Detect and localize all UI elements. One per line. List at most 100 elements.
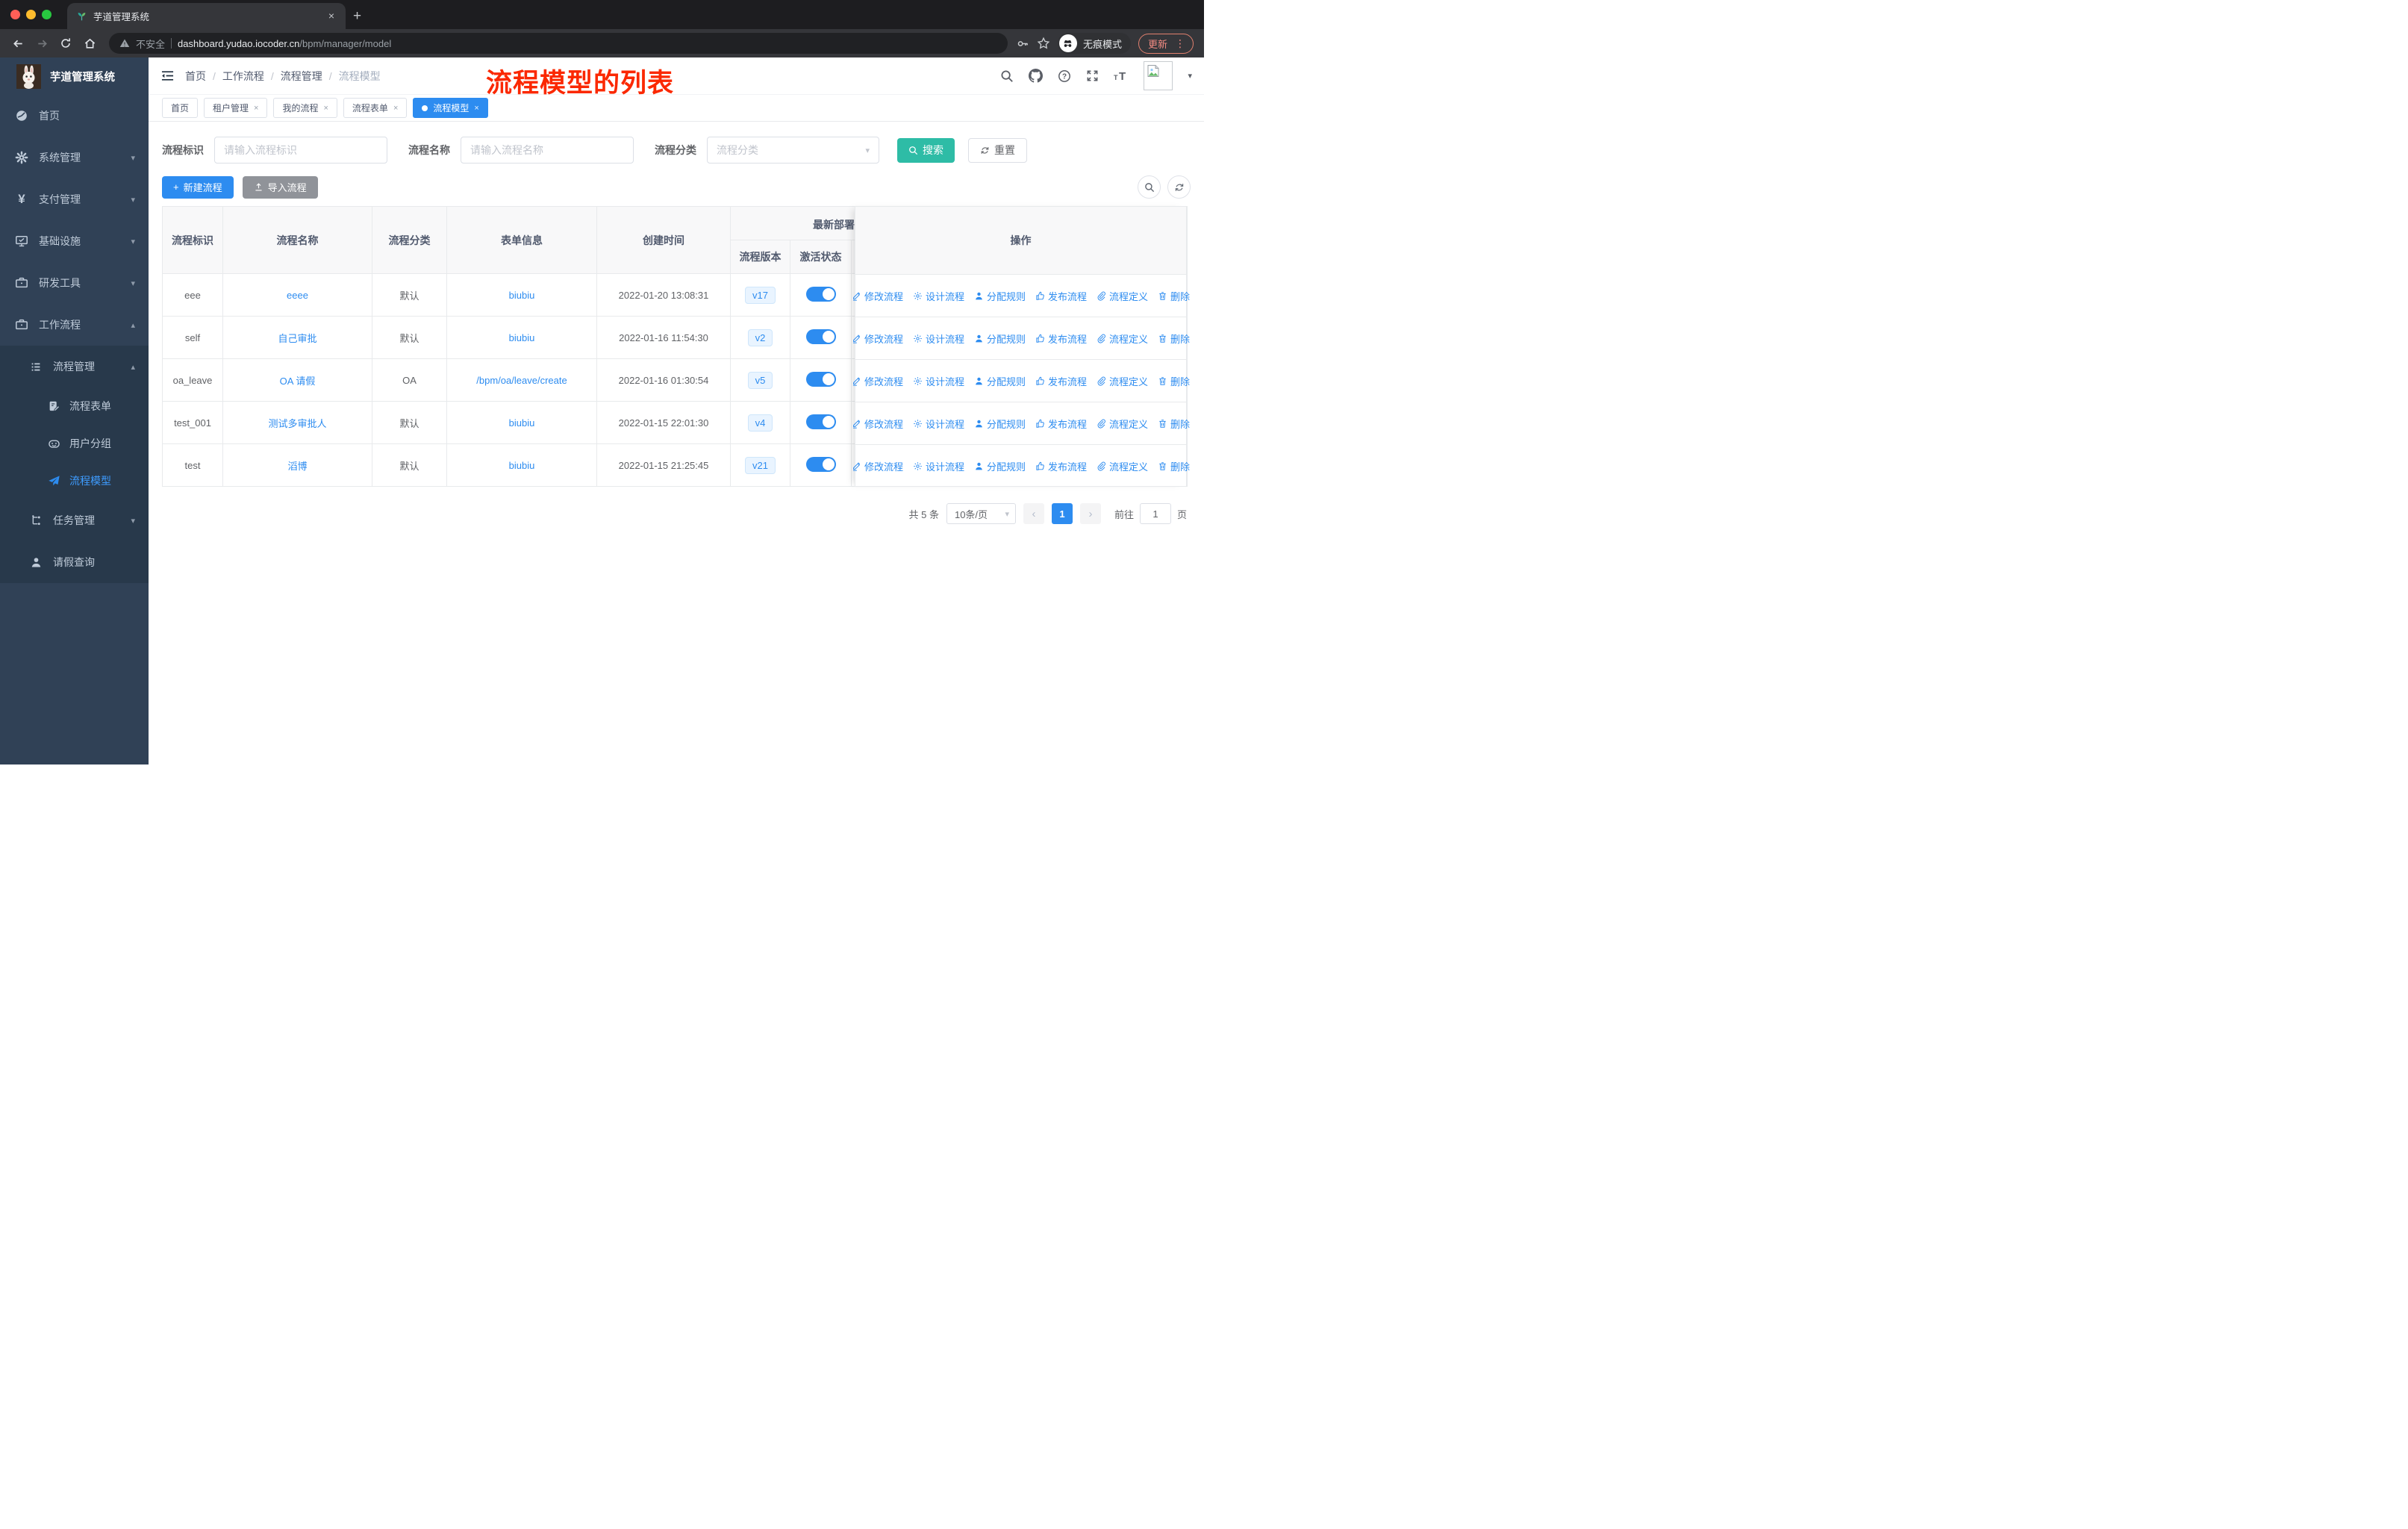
form-info-link[interactable]: biubiu [509,332,535,343]
tag-close-icon[interactable]: × [393,104,398,113]
active-toggle[interactable] [805,371,836,387]
active-toggle[interactable] [805,414,836,429]
publish-process-link[interactable]: 发布流程 [1035,331,1087,346]
minimize-window-button[interactable] [26,10,36,19]
help-icon[interactable] [1058,69,1071,83]
maximize-window-button[interactable] [42,10,52,19]
active-toggle[interactable] [805,328,836,344]
process-name-link[interactable]: 自己审批 [278,333,316,344]
sidebar-item-user-group[interactable]: 用户分组 [0,425,149,462]
sidebar-item-task-mgmt[interactable]: 任务管理 ▾ [0,499,149,541]
sidebar-item-pay[interactable]: ¥ 支付管理 ▾ [0,178,149,220]
create-process-button[interactable]: + 新建流程 [162,175,234,199]
import-process-button[interactable]: 导入流程 [242,175,318,199]
process-category-select[interactable]: 流程分类 ▾ [707,137,879,164]
publish-process-link[interactable]: 发布流程 [1035,417,1087,431]
reload-button[interactable] [55,33,76,54]
security-label[interactable]: 不安全 [136,37,165,51]
search-icon[interactable] [1000,69,1014,83]
refresh-button[interactable] [1167,175,1191,199]
modify-process-link[interactable]: 修改流程 [852,459,903,473]
password-key-icon[interactable] [1017,37,1029,50]
version-badge[interactable]: v4 [747,414,773,432]
breadcrumb-workflow[interactable]: 工作流程 [222,69,264,84]
publish-process-link[interactable]: 发布流程 [1035,374,1087,388]
reset-button[interactable]: 重置 [968,137,1027,163]
modify-process-link[interactable]: 修改流程 [852,331,903,346]
sidebar-item-home[interactable]: 首页 [0,95,149,137]
sidebar-item-infra[interactable]: 基础设施 ▾ [0,220,149,262]
process-name-link[interactable]: eeee [287,290,308,301]
form-info-link[interactable]: biubiu [509,417,535,429]
tag-process-model[interactable]: 流程模型 × [413,98,488,118]
url-text[interactable]: dashboard.yudao.iocoder.cn/bpm/manager/m… [178,38,391,49]
process-name-input[interactable] [461,137,634,164]
home-button[interactable] [79,33,100,54]
process-name-link[interactable]: 滔博 [287,461,307,472]
delete-link[interactable]: 删除 [1158,331,1190,346]
next-page-button[interactable]: › [1079,503,1101,524]
breadcrumb-home[interactable]: 首页 [185,69,206,84]
back-button[interactable] [7,33,28,54]
update-chip[interactable]: 更新 ⋮ [1138,33,1194,54]
assign-rule-link[interactable]: 分配规则 [974,331,1026,346]
update-label[interactable]: 更新 [1148,37,1167,51]
tag-my-process[interactable]: 我的流程 × [273,98,337,118]
version-badge[interactable]: v2 [747,328,773,346]
active-toggle[interactable] [805,456,836,472]
process-definition-link[interactable]: 流程定义 [1097,374,1148,388]
design-process-link[interactable]: 设计流程 [913,459,964,473]
process-name-link[interactable]: OA 请假 [280,376,316,387]
version-badge[interactable]: v5 [747,371,773,389]
version-badge[interactable]: v21 [745,456,776,474]
bookmark-star-icon[interactable] [1037,37,1050,50]
sidebar-item-process-mgmt[interactable]: 流程管理 ▴ [0,346,149,387]
new-tab-button[interactable]: + [353,8,361,25]
delete-link[interactable]: 删除 [1158,417,1190,431]
design-process-link[interactable]: 设计流程 [913,331,964,346]
tag-home[interactable]: 首页 [162,98,199,118]
goto-page-input[interactable] [1139,503,1171,524]
fullscreen-icon[interactable] [1086,69,1099,82]
active-toggle[interactable] [805,286,836,302]
assign-rule-link[interactable]: 分配规则 [974,289,1026,303]
delete-link[interactable]: 删除 [1158,289,1190,303]
sidebar-item-process-form[interactable]: 流程表单 [0,387,149,425]
font-size-icon[interactable] [1114,69,1129,83]
process-definition-link[interactable]: 流程定义 [1097,289,1148,303]
close-window-button[interactable] [10,10,20,19]
delete-link[interactable]: 删除 [1158,459,1190,473]
assign-rule-link[interactable]: 分配规则 [974,459,1026,473]
form-info-link[interactable]: biubiu [509,290,535,301]
tab-close-button[interactable]: × [325,10,338,23]
process-definition-link[interactable]: 流程定义 [1097,331,1148,346]
process-id-input[interactable] [214,137,387,164]
address-bar[interactable]: 不安全 dashboard.yudao.iocoder.cn/bpm/manag… [109,33,1008,54]
process-definition-link[interactable]: 流程定义 [1097,459,1148,473]
delete-link[interactable]: 删除 [1158,374,1190,388]
sidebar-item-system[interactable]: 系统管理 ▾ [0,137,149,178]
design-process-link[interactable]: 设计流程 [913,417,964,431]
sidebar-item-workflow[interactable]: 工作流程 ▴ [0,304,149,346]
github-icon[interactable] [1029,69,1043,83]
search-button[interactable]: 搜索 [897,137,955,163]
modify-process-link[interactable]: 修改流程 [852,417,903,431]
form-info-link[interactable]: biubiu [509,460,535,471]
assign-rule-link[interactable]: 分配规则 [974,417,1026,431]
show-search-button[interactable] [1138,175,1161,199]
forward-button[interactable] [31,33,52,54]
process-definition-link[interactable]: 流程定义 [1097,417,1148,431]
version-badge[interactable]: v17 [745,286,776,304]
sidebar-item-process-model[interactable]: 流程模型 [0,462,149,499]
tag-process-form[interactable]: 流程表单 × [343,98,408,118]
current-page[interactable]: 1 [1051,503,1073,524]
design-process-link[interactable]: 设计流程 [913,289,964,303]
sidebar-item-leave-query[interactable]: 请假查询 [0,541,149,583]
tag-tenant[interactable]: 租户管理 × [204,98,268,118]
form-info-link[interactable]: /bpm/oa/leave/create [476,375,567,386]
prev-page-button[interactable]: ‹ [1023,503,1044,524]
tag-close-icon[interactable]: × [254,104,258,113]
page-size-select[interactable]: 10条/页 ▾ [946,503,1016,524]
breadcrumb-process-mgmt[interactable]: 流程管理 [281,69,322,84]
modify-process-link[interactable]: 修改流程 [852,289,903,303]
